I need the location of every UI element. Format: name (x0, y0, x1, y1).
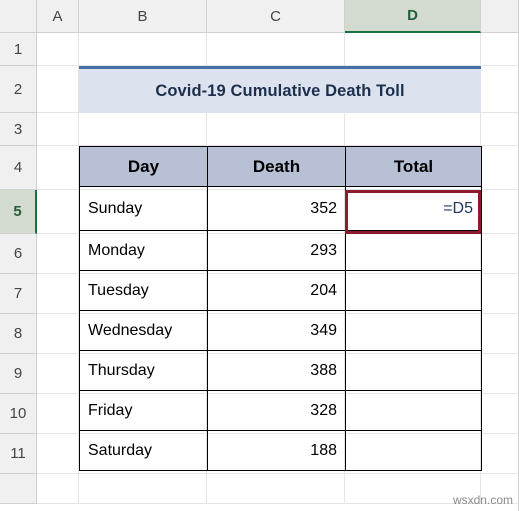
column-header-row: A B C D (0, 0, 519, 33)
cell-death[interactable]: 388 (207, 350, 346, 391)
row-header-7[interactable]: 7 (0, 274, 37, 314)
cell-day[interactable]: Saturday (79, 430, 208, 471)
cell[interactable] (79, 474, 207, 504)
row-header-8[interactable]: 8 (0, 314, 37, 354)
cell[interactable] (37, 66, 79, 113)
cell[interactable] (37, 113, 79, 146)
cell-total[interactable] (345, 390, 482, 431)
grid-row (37, 33, 519, 66)
table-header-row: Day Death Total (79, 146, 482, 187)
cell[interactable] (481, 434, 519, 474)
cell-day[interactable]: Sunday (79, 186, 208, 231)
cell-death[interactable]: 204 (207, 270, 346, 311)
column-header-d[interactable]: D (345, 0, 481, 33)
cell[interactable] (79, 33, 207, 66)
column-header-c[interactable]: C (207, 0, 345, 33)
cell-total[interactable] (345, 310, 482, 351)
cell[interactable] (481, 394, 519, 434)
table-row: Monday 293 (79, 230, 482, 271)
column-header-e[interactable] (481, 0, 519, 33)
row-header-5[interactable]: 5 (0, 190, 37, 234)
row-header-3[interactable]: 3 (0, 113, 37, 146)
table-row: Wednesday 349 (79, 310, 482, 351)
cell[interactable] (207, 33, 345, 66)
cell[interactable] (207, 474, 345, 504)
row-header-10[interactable]: 10 (0, 394, 37, 434)
spreadsheet-grid[interactable]: A B C D 1 2 3 4 5 6 7 8 9 10 11 Covid-19… (0, 0, 519, 511)
cell[interactable] (345, 113, 481, 146)
column-header-b[interactable]: B (79, 0, 207, 33)
table-row: Saturday 188 (79, 430, 482, 471)
table-row: Sunday 352 =D5 (79, 186, 482, 231)
cell-death[interactable]: 293 (207, 230, 346, 271)
cell[interactable] (481, 314, 519, 354)
cell[interactable] (481, 234, 519, 274)
cell-total[interactable] (345, 350, 482, 391)
cell[interactable] (481, 146, 519, 190)
cell[interactable] (79, 113, 207, 146)
select-all-corner[interactable] (0, 0, 37, 33)
column-header-a[interactable]: A (37, 0, 79, 33)
watermark: wsxdn.com (452, 493, 513, 507)
cell-day[interactable]: Monday (79, 230, 208, 271)
cell-death[interactable]: 349 (207, 310, 346, 351)
row-header-6[interactable]: 6 (0, 234, 37, 274)
cell[interactable] (37, 314, 79, 354)
cell[interactable] (481, 190, 519, 234)
cell[interactable] (481, 274, 519, 314)
cell-total[interactable] (345, 430, 482, 471)
cell[interactable] (37, 190, 79, 234)
data-table: Day Death Total Sunday 352 =D5 Monday 29… (79, 146, 482, 471)
cell-death[interactable]: 352 (207, 186, 346, 231)
cell[interactable] (207, 113, 345, 146)
table-row: Thursday 388 (79, 350, 482, 391)
column-header-day[interactable]: Day (79, 146, 208, 187)
row-header-9[interactable]: 9 (0, 354, 37, 394)
table-row: Friday 328 (79, 390, 482, 431)
cell[interactable] (37, 234, 79, 274)
cell[interactable] (37, 33, 79, 66)
cell[interactable] (37, 146, 79, 190)
cell[interactable] (481, 66, 519, 113)
row-header-4[interactable]: 4 (0, 146, 37, 190)
grid-row (37, 474, 519, 504)
row-header-12[interactable] (0, 474, 37, 504)
cell[interactable] (37, 394, 79, 434)
cell-day[interactable]: Thursday (79, 350, 208, 391)
row-header-column: 1 2 3 4 5 6 7 8 9 10 11 (0, 33, 37, 504)
title-banner[interactable]: Covid-19 Cumulative Death Toll (79, 66, 481, 113)
row-header-2[interactable]: 2 (0, 66, 37, 113)
cell[interactable] (481, 33, 519, 66)
cell-death[interactable]: 188 (207, 430, 346, 471)
cell-total[interactable] (345, 270, 482, 311)
cell[interactable] (481, 113, 519, 146)
grid-row (37, 113, 519, 146)
row-header-1[interactable]: 1 (0, 33, 37, 66)
cell-day[interactable]: Tuesday (79, 270, 208, 311)
row-header-11[interactable]: 11 (0, 434, 37, 474)
cell-death[interactable]: 328 (207, 390, 346, 431)
cell[interactable] (37, 354, 79, 394)
cell[interactable] (37, 274, 79, 314)
cell-day[interactable]: Wednesday (79, 310, 208, 351)
cell[interactable] (37, 474, 79, 504)
table-row: Tuesday 204 (79, 270, 482, 311)
cell[interactable] (37, 434, 79, 474)
cell-total[interactable] (345, 230, 482, 271)
cell[interactable] (345, 33, 481, 66)
column-header-death[interactable]: Death (207, 146, 346, 187)
column-header-total[interactable]: Total (345, 146, 482, 187)
cell-day[interactable]: Friday (79, 390, 208, 431)
cell-total-active[interactable]: =D5 (345, 186, 482, 231)
cell[interactable] (481, 354, 519, 394)
